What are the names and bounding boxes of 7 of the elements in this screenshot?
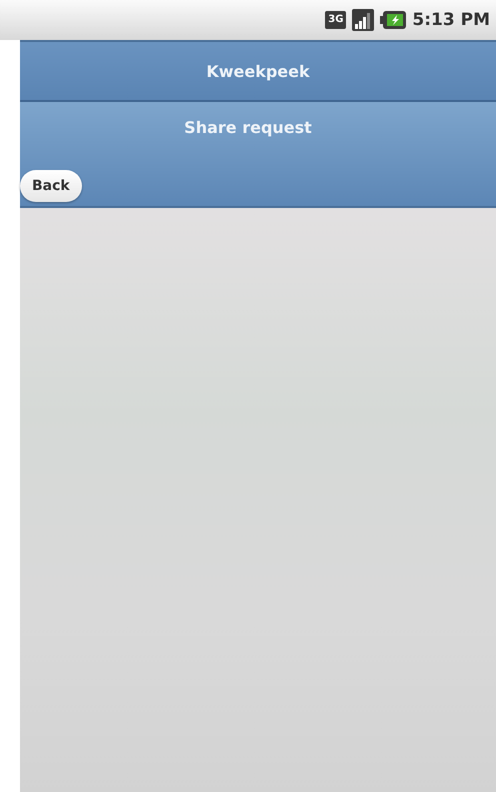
signal-icon	[352, 9, 374, 31]
page-title: Share request	[184, 118, 312, 137]
app-title: Kweekpeek	[206, 62, 310, 80]
back-button[interactable]: Back	[20, 170, 82, 202]
network-type-icon: 3G	[325, 11, 346, 29]
clock-time: 5:13 PM	[412, 10, 490, 30]
battery-charging-icon	[380, 11, 406, 29]
